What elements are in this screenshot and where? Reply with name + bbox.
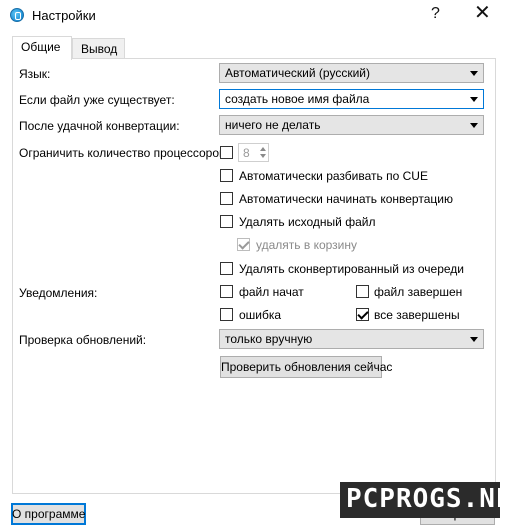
help-button[interactable]: ? <box>431 5 440 23</box>
remove-from-queue-checkbox[interactable] <box>220 262 233 275</box>
notify-error-label: ошибка <box>239 308 282 322</box>
notify-all-finished-checkbox[interactable] <box>356 308 369 321</box>
notify-file-finished-checkbox[interactable] <box>356 285 369 298</box>
app-icon <box>10 8 24 22</box>
chevron-down-icon <box>470 337 478 342</box>
language-value: Автоматический (русский) <box>225 66 370 80</box>
notifications-label: Уведомления: <box>19 286 98 300</box>
chevron-down-icon <box>470 71 478 76</box>
updates-value: только вручную <box>225 332 313 346</box>
notify-file-finished-label: файл завершен <box>374 285 463 299</box>
after-convert-label: После удачной конвертации: <box>19 119 180 133</box>
if-exists-label: Если файл уже существует: <box>19 93 175 107</box>
spin-down-icon[interactable] <box>260 154 266 158</box>
auto-start-checkbox[interactable] <box>220 192 233 205</box>
limit-cpu-label: Ограничить количество процессоров: <box>19 146 229 160</box>
cpu-count-spinner[interactable]: 8 <box>238 143 269 162</box>
spin-up-icon[interactable] <box>260 147 266 151</box>
language-label: Язык: <box>19 67 51 81</box>
notify-file-started-checkbox[interactable] <box>220 285 233 298</box>
limit-cpu-checkbox[interactable] <box>220 146 233 159</box>
split-cue-label: Автоматически разбивать по CUE <box>239 169 428 183</box>
after-convert-select[interactable]: ничего не делать <box>219 115 484 135</box>
updates-label: Проверка обновлений: <box>19 333 147 347</box>
close-window-button[interactable]: ✕ <box>474 3 491 23</box>
tab-output[interactable]: Вывод <box>72 38 125 59</box>
after-convert-value: ничего не делать <box>225 118 321 132</box>
title-bar: Настройки ? ✕ <box>0 0 507 32</box>
if-exists-value: создать новое имя файла <box>225 92 370 106</box>
auto-start-label: Автоматически начинать конвертацию <box>239 192 453 206</box>
delete-source-label: Удалять исходный файл <box>239 215 376 229</box>
remove-from-queue-label: Удалять сконвертированный из очереди <box>239 262 464 276</box>
updates-select[interactable]: только вручную <box>219 329 484 349</box>
notify-all-finished-label: все завершены <box>374 308 460 322</box>
to-recycle-label: удалять в корзину <box>256 238 357 252</box>
split-cue-checkbox[interactable] <box>220 169 233 182</box>
chevron-down-icon <box>470 123 478 128</box>
delete-source-checkbox[interactable] <box>220 215 233 228</box>
about-button[interactable]: О программе <box>11 503 86 525</box>
to-recycle-checkbox[interactable] <box>237 238 250 251</box>
cpu-count-value: 8 <box>243 146 250 160</box>
chevron-down-icon <box>470 97 478 102</box>
check-updates-button[interactable]: Проверить обновления сейчас <box>220 356 392 378</box>
language-select[interactable]: Автоматический (русский) <box>219 63 484 83</box>
if-exists-select[interactable]: создать новое имя файла <box>219 89 484 109</box>
window-title: Настройки <box>32 8 96 23</box>
tab-general[interactable]: Общие <box>12 36 72 60</box>
notify-file-started-label: файл начат <box>239 285 304 299</box>
watermark: PCPROGS.NET <box>340 482 507 518</box>
notify-error-checkbox[interactable] <box>220 308 233 321</box>
